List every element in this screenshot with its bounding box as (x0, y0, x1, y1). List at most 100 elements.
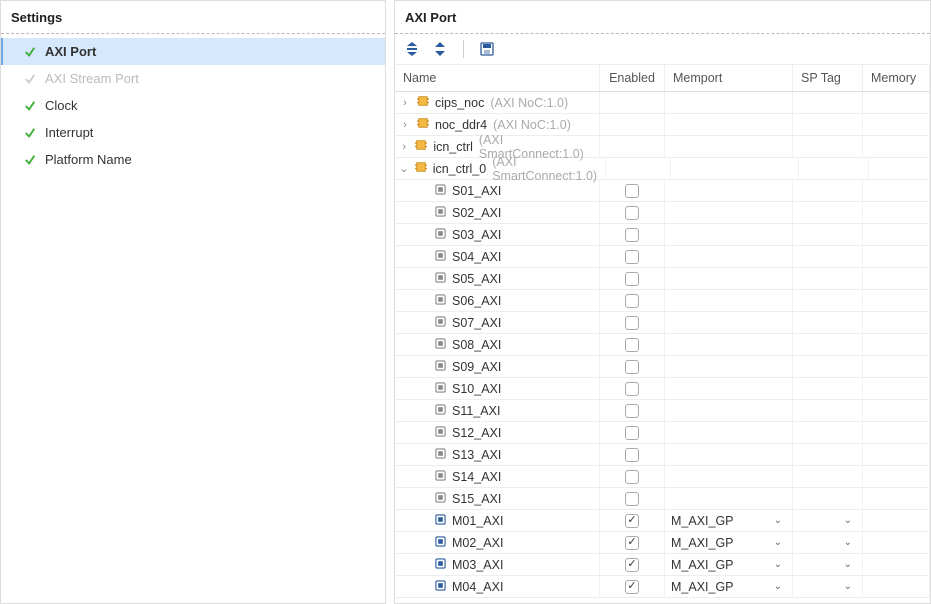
port-name: S12_AXI (452, 426, 501, 440)
enabled-checkbox[interactable] (625, 272, 639, 286)
sidebar-item-interrupt[interactable]: Interrupt (1, 119, 385, 146)
enabled-checkbox[interactable] (625, 228, 639, 242)
port-row: M04_AXIM_AXI_GP⌄⌄ (395, 576, 930, 598)
port-name: S13_AXI (452, 448, 501, 462)
expand-all-icon[interactable] (431, 40, 449, 58)
sptag-dropdown[interactable]: ⌄ (799, 581, 856, 592)
chevron-down-icon: ⌄ (844, 515, 852, 526)
enabled-checkbox[interactable] (625, 492, 639, 506)
settings-title: Settings (1, 1, 385, 34)
enabled-checkbox[interactable] (625, 470, 639, 484)
memport-dropdown[interactable]: M_AXI_GP⌄ (671, 558, 786, 572)
enabled-checkbox[interactable] (625, 250, 639, 264)
col-memory[interactable]: Memory (863, 65, 930, 91)
port-name: S10_AXI (452, 382, 501, 396)
enabled-checkbox[interactable] (625, 316, 639, 330)
axi-port-table: Name Enabled Memport SP Tag Memory (395, 65, 930, 92)
group-type: (AXI NoC:1.0) (490, 96, 568, 110)
sptag-dropdown[interactable]: ⌄ (799, 559, 856, 570)
port-row: S04_AXI (395, 246, 930, 268)
port-name: M01_AXI (452, 514, 503, 528)
enabled-checkbox[interactable] (625, 382, 639, 396)
group-row[interactable]: ⌄icn_ctrl_0(AXI SmartConnect:1.0) (395, 158, 930, 180)
memport-dropdown[interactable]: M_AXI_GP⌄ (671, 514, 786, 528)
port-row: S07_AXI (395, 312, 930, 334)
axi-port-icon (435, 360, 446, 374)
group-name: cips_noc (435, 96, 484, 110)
enabled-checkbox[interactable] (625, 426, 639, 440)
chevron-down-icon: ⌄ (844, 581, 852, 592)
sptag-dropdown[interactable]: ⌄ (799, 515, 856, 526)
port-name: S07_AXI (452, 316, 501, 330)
port-name: M02_AXI (452, 536, 503, 550)
axi-port-icon (435, 404, 446, 418)
settings-list: AXI Port AXI Stream Port Clock Interrupt Pla… (1, 34, 385, 177)
port-row: S01_AXI (395, 180, 930, 202)
sidebar-item-label: AXI Stream Port (45, 71, 139, 86)
memport-dropdown[interactable]: M_AXI_GP⌄ (671, 536, 786, 550)
col-name[interactable]: Name (395, 65, 600, 91)
enabled-checkbox[interactable] (625, 184, 639, 198)
col-sptag[interactable]: SP Tag (793, 65, 863, 91)
port-row: S13_AXI (395, 444, 930, 466)
port-name: S02_AXI (452, 206, 501, 220)
expander-icon[interactable]: ⌄ (399, 162, 409, 175)
sidebar-item-platform-name[interactable]: Platform Name (1, 146, 385, 173)
expander-icon[interactable]: › (399, 141, 409, 153)
axi-port-icon (435, 228, 446, 242)
group-row[interactable]: › cips_noc (AXI NoC:1.0) (395, 92, 930, 114)
port-row: M03_AXIM_AXI_GP⌄⌄ (395, 554, 930, 576)
memport-value: M_AXI_GP (671, 536, 734, 550)
enabled-checkbox[interactable] (625, 514, 639, 528)
port-name: S04_AXI (452, 250, 501, 264)
sidebar-item-label: Clock (45, 98, 78, 113)
sidebar-item-axi-port[interactable]: AXI Port (1, 38, 385, 65)
chevron-down-icon: ⌄ (774, 559, 782, 570)
enabled-checkbox[interactable] (625, 448, 639, 462)
axi-port-icon (435, 316, 446, 330)
port-name: S03_AXI (452, 228, 501, 242)
check-icon (21, 73, 39, 85)
port-row: S14_AXI (395, 466, 930, 488)
enabled-checkbox[interactable] (625, 558, 639, 572)
collapse-all-icon[interactable] (403, 40, 421, 58)
sidebar-item-label: AXI Port (45, 44, 96, 59)
port-row: M01_AXI M_AXI_GP⌄ ⌄ (395, 510, 930, 532)
chevron-down-icon: ⌄ (844, 559, 852, 570)
port-row: S06_AXI (395, 290, 930, 312)
axi-port-icon (435, 448, 446, 462)
sidebar-item-label: Interrupt (45, 125, 93, 140)
enabled-checkbox[interactable] (625, 360, 639, 374)
axi-port-icon (435, 470, 446, 484)
sidebar-item-clock[interactable]: Clock (1, 92, 385, 119)
group-type: (AXI NoC:1.0) (493, 118, 571, 132)
ip-block-icon (415, 139, 427, 154)
sidebar-item-axi-stream-port[interactable]: AXI Stream Port (1, 65, 385, 92)
chevron-down-icon: ⌄ (774, 581, 782, 592)
col-memport[interactable]: Memport (665, 65, 793, 91)
enabled-checkbox[interactable] (625, 580, 639, 594)
save-icon[interactable] (478, 40, 496, 58)
toolbar-separator (463, 40, 464, 58)
memport-value: M_AXI_GP (671, 580, 734, 594)
port-name: S05_AXI (452, 272, 501, 286)
expander-icon[interactable]: › (399, 97, 411, 109)
memport-dropdown[interactable]: M_AXI_GP ⌄ (671, 580, 786, 594)
enabled-checkbox[interactable] (625, 536, 639, 550)
axi-port-icon (435, 338, 446, 352)
expander-icon[interactable]: › (399, 119, 411, 131)
port-row: M02_AXI M_AXI_GP⌄ ⌄ (395, 532, 930, 554)
sptag-dropdown[interactable]: ⌄ (799, 537, 856, 548)
ip-block-icon (417, 95, 429, 110)
group-name: noc_ddr4 (435, 118, 487, 132)
enabled-checkbox[interactable] (625, 404, 639, 418)
axi-port-icon (435, 558, 446, 572)
group-type: (AXI SmartConnect:1.0) (492, 155, 599, 183)
enabled-checkbox[interactable] (625, 294, 639, 308)
axiport-panel: AXI Port Name Enabled Memport (394, 0, 931, 604)
port-name: S14_AXI (452, 470, 501, 484)
enabled-checkbox[interactable] (625, 338, 639, 352)
enabled-checkbox[interactable] (625, 206, 639, 220)
col-enabled[interactable]: Enabled (600, 65, 665, 91)
port-row: S11_AXI (395, 400, 930, 422)
